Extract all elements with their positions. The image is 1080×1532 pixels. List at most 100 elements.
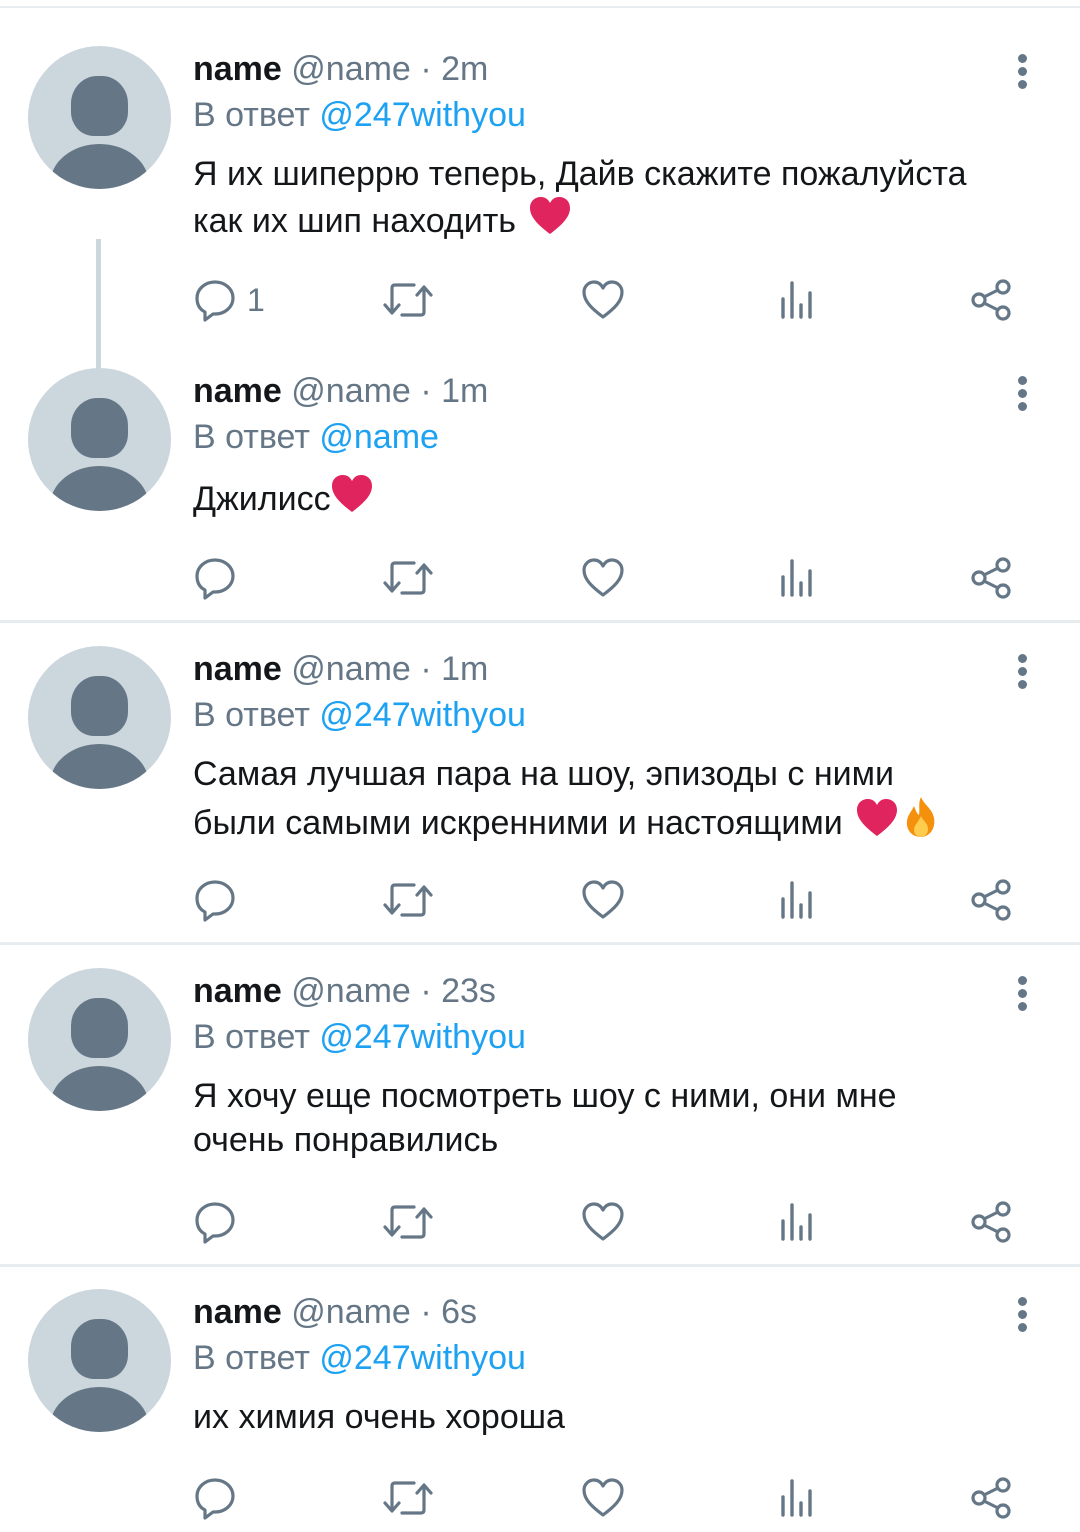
tweet-actions bbox=[193, 875, 1023, 925]
reply-prefix: В ответ bbox=[193, 1339, 310, 1377]
avatar[interactable] bbox=[28, 368, 171, 511]
analytics-button[interactable] bbox=[778, 875, 818, 925]
analytics-button[interactable] bbox=[778, 1197, 818, 1247]
tweet-text-line: Я хочу еще посмотреть шоу с ними, они мн… bbox=[193, 1077, 897, 1115]
reply-button[interactable] bbox=[193, 875, 247, 925]
avatar[interactable] bbox=[28, 46, 171, 189]
heart-icon bbox=[581, 1477, 625, 1519]
reply-prefix: В ответ bbox=[193, 1018, 310, 1056]
more-options-icon[interactable] bbox=[1014, 1297, 1030, 1347]
display-name[interactable]: name bbox=[193, 50, 282, 88]
tweet-text: Я их шиперрю теперь, Дайв скажите пожалу… bbox=[193, 152, 1040, 247]
retweet-icon bbox=[383, 278, 433, 322]
more-options-icon[interactable] bbox=[1014, 376, 1030, 426]
user-handle[interactable]: @name bbox=[291, 650, 411, 688]
display-name[interactable]: name bbox=[193, 1293, 282, 1331]
reply-mention-link[interactable]: @name bbox=[319, 418, 439, 456]
like-button[interactable] bbox=[581, 875, 625, 925]
tweet-header: name @name · 1m bbox=[193, 368, 1040, 414]
tweet-text-line: очень понравились bbox=[193, 1121, 499, 1159]
reply-mention-link[interactable]: @247withyou bbox=[319, 1018, 526, 1056]
reply-mention-link[interactable]: @247withyou bbox=[319, 96, 526, 134]
tweet-5[interactable]: name @name · 6s В ответ @247withyou их х… bbox=[0, 1289, 1080, 1532]
like-button[interactable] bbox=[581, 553, 625, 603]
reply-prefix: В ответ bbox=[193, 96, 310, 134]
share-icon bbox=[969, 1476, 1013, 1520]
tweet-text: Я хочу еще посмотреть шоу с ними, они мн… bbox=[193, 1074, 1040, 1162]
tweet-header: name @name · 2m bbox=[193, 46, 1040, 92]
analytics-icon bbox=[778, 557, 818, 599]
like-button[interactable] bbox=[581, 1473, 625, 1523]
tweet-2[interactable]: name @name · 1m В ответ @name Джилисс bbox=[0, 368, 1080, 623]
like-button[interactable] bbox=[581, 1197, 625, 1247]
reply-icon bbox=[193, 1476, 237, 1520]
display-name[interactable]: name bbox=[193, 650, 282, 688]
tweet-4[interactable]: name @name · 23s В ответ @247withyou Я х… bbox=[0, 968, 1080, 1267]
display-name[interactable]: name bbox=[193, 372, 282, 410]
user-handle[interactable]: @name bbox=[291, 50, 411, 88]
tweet-text-line: Самая лучшая пара на шоу, эпизоды с ними bbox=[193, 755, 895, 793]
retweet-button[interactable] bbox=[383, 553, 433, 603]
analytics-button[interactable] bbox=[778, 1473, 818, 1523]
timestamp[interactable]: 2m bbox=[441, 50, 488, 88]
share-icon bbox=[969, 556, 1013, 600]
tweet-3[interactable]: name @name · 1m В ответ @247withyou Сама… bbox=[0, 646, 1080, 945]
user-handle[interactable]: @name bbox=[291, 972, 411, 1010]
reply-prefix: В ответ bbox=[193, 418, 310, 456]
share-icon bbox=[969, 278, 1013, 322]
heart-icon bbox=[581, 879, 625, 921]
reply-icon bbox=[193, 278, 237, 322]
red-heart-emoji-icon bbox=[856, 798, 898, 849]
more-options-icon[interactable] bbox=[1014, 654, 1030, 704]
reply-context: В ответ @247withyou bbox=[193, 1335, 1040, 1381]
retweet-button[interactable] bbox=[383, 1473, 433, 1523]
analytics-button[interactable] bbox=[778, 553, 818, 603]
more-options-icon[interactable] bbox=[1014, 54, 1030, 104]
more-options-icon[interactable] bbox=[1014, 976, 1030, 1026]
avatar[interactable] bbox=[28, 968, 171, 1111]
tweet-text-line: были самыми искренними и настоящими bbox=[193, 804, 843, 842]
like-button[interactable] bbox=[581, 275, 625, 325]
share-button[interactable] bbox=[969, 275, 1013, 325]
user-handle[interactable]: @name bbox=[291, 1293, 411, 1331]
reply-mention-link[interactable]: @247withyou bbox=[319, 696, 526, 734]
tweet-actions bbox=[193, 1197, 1023, 1247]
timestamp[interactable]: 6s bbox=[441, 1293, 477, 1331]
reply-context: В ответ @247withyou bbox=[193, 1014, 1040, 1060]
tweet-content: name @name · 6s В ответ @247withyou их х… bbox=[193, 1289, 1040, 1439]
reply-mention-link[interactable]: @247withyou bbox=[319, 1339, 526, 1377]
avatar[interactable] bbox=[28, 646, 171, 789]
tweet-text-line: Я их шиперрю теперь, Дайв скажите пожалу… bbox=[193, 155, 967, 193]
timestamp[interactable]: 1m bbox=[441, 372, 488, 410]
separator-dot: · bbox=[420, 372, 432, 410]
tweet-1[interactable]: name @name · 2m В ответ @247withyou Я их… bbox=[0, 46, 1080, 409]
reply-button[interactable] bbox=[193, 1197, 247, 1247]
reply-button[interactable] bbox=[193, 1473, 247, 1523]
reply-button[interactable]: 1 bbox=[193, 275, 265, 325]
retweet-button[interactable] bbox=[383, 875, 433, 925]
reply-context: В ответ @247withyou bbox=[193, 92, 1040, 138]
share-icon bbox=[969, 1200, 1013, 1244]
heart-icon bbox=[581, 279, 625, 321]
user-handle[interactable]: @name bbox=[291, 372, 411, 410]
fire-emoji-icon bbox=[902, 796, 940, 849]
reply-button[interactable] bbox=[193, 553, 247, 603]
timestamp[interactable]: 23s bbox=[441, 972, 496, 1010]
analytics-icon bbox=[778, 879, 818, 921]
tweet-actions: 1 bbox=[193, 275, 1023, 325]
reply-icon bbox=[193, 878, 237, 922]
share-button[interactable] bbox=[969, 1473, 1013, 1523]
retweet-button[interactable] bbox=[383, 1197, 433, 1247]
timestamp[interactable]: 1m bbox=[441, 650, 488, 688]
share-button[interactable] bbox=[969, 1197, 1013, 1247]
retweet-button[interactable] bbox=[383, 275, 433, 325]
tweet-actions bbox=[193, 1473, 1023, 1523]
share-button[interactable] bbox=[969, 553, 1013, 603]
separator-dot: · bbox=[420, 972, 432, 1010]
share-button[interactable] bbox=[969, 875, 1013, 925]
display-name[interactable]: name bbox=[193, 972, 282, 1010]
tweet-content: name @name · 1m В ответ @247withyou Сама… bbox=[193, 646, 1040, 849]
analytics-button[interactable] bbox=[778, 275, 818, 325]
avatar[interactable] bbox=[28, 1289, 171, 1432]
tweet-content: name @name · 2m В ответ @247withyou Я их… bbox=[193, 46, 1040, 247]
